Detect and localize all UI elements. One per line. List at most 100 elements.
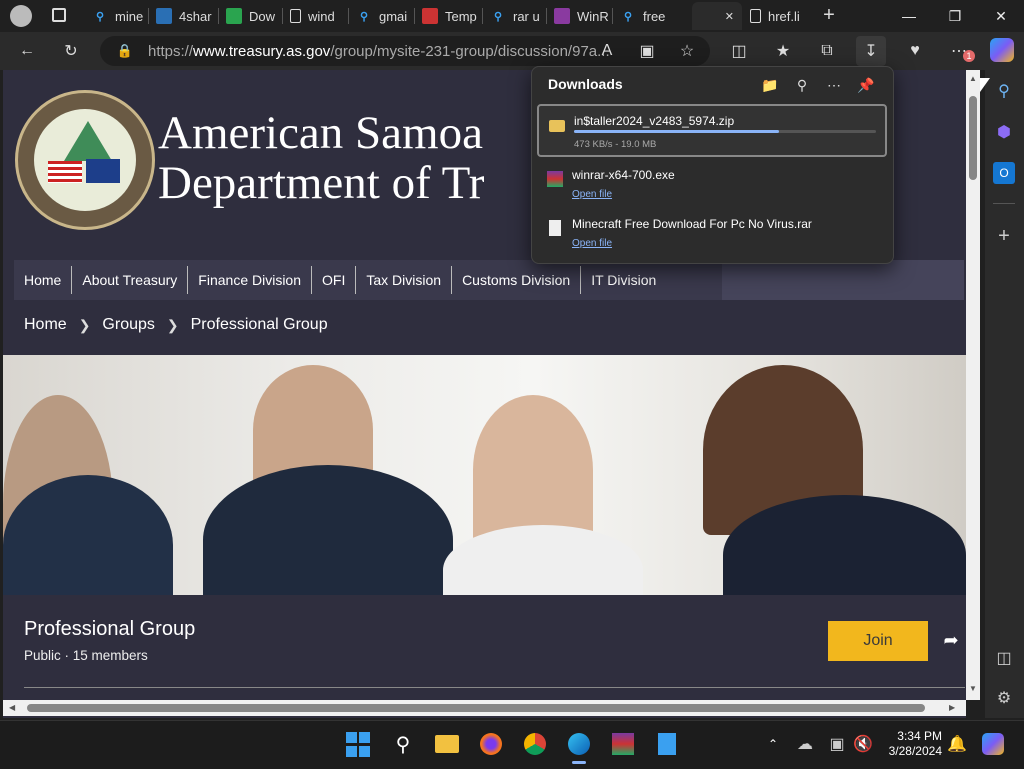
tab-2[interactable]: Dow xyxy=(220,2,280,30)
chevron-right-icon: ❯ xyxy=(78,316,91,333)
divider xyxy=(24,687,965,688)
download-item[interactable]: winrar-x64-700.exe Open file xyxy=(537,160,887,213)
search-icon[interactable]: ⚲ xyxy=(390,731,416,757)
download-progress-fill xyxy=(574,130,780,133)
address-bar[interactable]: 🔒 https://www.treasury.as.gov/group/mysi… xyxy=(100,36,710,66)
tab-3[interactable]: wind xyxy=(284,2,346,30)
tab-9[interactable]: ✕ xyxy=(692,2,742,30)
open-file-link[interactable]: Open file xyxy=(572,238,612,249)
tab-separator xyxy=(348,8,349,24)
close-tab-icon[interactable]: ✕ xyxy=(725,10,734,23)
tab-1[interactable]: 4shar xyxy=(150,2,216,30)
display-icon[interactable]: ▣ xyxy=(824,731,850,757)
notepad-icon[interactable] xyxy=(654,731,680,757)
nav-item-customs-division[interactable]: Customs Division xyxy=(452,266,582,294)
profile-avatar[interactable] xyxy=(10,5,32,27)
performance-icon[interactable]: ♥ xyxy=(904,40,926,62)
system-clock[interactable]: 3:34 PM 3/28/2024 xyxy=(880,729,942,759)
download-progress-bar xyxy=(574,130,876,133)
tab-label: mine xyxy=(115,8,144,24)
hide-sidebar-icon[interactable]: ◫ xyxy=(993,647,1015,669)
person-shape xyxy=(473,395,593,545)
copilot-icon[interactable] xyxy=(990,38,1014,62)
winrar-icon[interactable] xyxy=(610,731,636,757)
download-item[interactable]: Minecraft Free Download For Pc No Virus.… xyxy=(537,209,887,262)
firefox-icon[interactable] xyxy=(478,731,504,757)
copilot-taskbar-icon[interactable] xyxy=(980,731,1006,757)
page-icon xyxy=(750,9,761,23)
breadcrumb-item[interactable]: Groups xyxy=(102,316,154,334)
url-text[interactable]: https://www.treasury.as.gov/group/mysite… xyxy=(148,43,610,60)
minimize-button[interactable]: — xyxy=(886,0,932,32)
site-title-line-1: American Samoa xyxy=(158,107,483,159)
tab-4[interactable]: ⚲ gmai xyxy=(350,2,412,30)
nav-item-finance-division[interactable]: Finance Division xyxy=(188,266,313,294)
nav-item-it-division[interactable]: IT Division xyxy=(581,266,666,294)
horizontal-scrollbar[interactable]: ◀ ▶ xyxy=(3,700,966,716)
downloads-icon[interactable]: ↧ xyxy=(856,36,886,66)
windows-start-icon[interactable] xyxy=(345,731,371,757)
download-filename: in$taller2024_v2483_5974.zip xyxy=(574,114,735,128)
split-screen-icon[interactable]: ◫ xyxy=(728,40,750,62)
new-tab-button[interactable]: + xyxy=(818,4,840,26)
join-button[interactable]: Join xyxy=(828,621,928,661)
tab-actions-icon[interactable] xyxy=(52,8,66,22)
settings-gear-icon[interactable]: ⚙ xyxy=(993,687,1015,709)
chrome-icon[interactable] xyxy=(522,731,548,757)
favorites-icon[interactable]: ★ xyxy=(772,40,794,62)
nav-item-ofi[interactable]: OFI xyxy=(312,266,357,294)
tab-10[interactable]: href.li xyxy=(744,2,814,30)
blank xyxy=(698,8,714,24)
search-icon[interactable]: ⚲ xyxy=(993,80,1015,102)
refresh-icon[interactable]: ↻ xyxy=(60,40,82,62)
scroll-left-arrow-icon[interactable]: ◀ xyxy=(9,703,15,712)
copilot-sidebar-icon[interactable]: ⬢ xyxy=(993,121,1015,143)
open-file-link[interactable]: Open file xyxy=(572,189,612,200)
search-downloads-icon[interactable]: ⚲ xyxy=(792,75,812,95)
scroll-up-arrow-icon[interactable]: ▲ xyxy=(969,74,977,83)
download-status: 473 KB/s - 19.0 MB xyxy=(574,139,657,150)
restore-button[interactable]: ❐ xyxy=(932,0,978,32)
tab-8[interactable]: ⚲ free xyxy=(614,2,688,30)
scroll-right-arrow-icon[interactable]: ▶ xyxy=(949,703,955,712)
share-icon[interactable]: ➦ xyxy=(940,629,962,651)
tab-0[interactable]: ⚲ mine xyxy=(86,2,146,30)
vertical-scrollbar[interactable]: ▲ ▼ xyxy=(966,70,980,700)
tab-5[interactable]: Temp xyxy=(416,2,480,30)
nav-item-tax-division[interactable]: Tax Division xyxy=(356,266,453,294)
vertical-scroll-thumb[interactable] xyxy=(969,96,977,180)
volume-muted-icon[interactable]: 🔇 xyxy=(850,731,876,757)
favorite-star-icon[interactable]: ☆ xyxy=(676,40,698,62)
nav-item-home[interactable]: Home xyxy=(14,266,73,294)
collections-icon[interactable]: ⧉ xyxy=(816,40,838,62)
back-icon[interactable]: ← xyxy=(16,40,38,62)
more-options-icon[interactable]: ⋯ xyxy=(824,75,844,95)
horizontal-scroll-thumb[interactable] xyxy=(27,704,925,712)
pin-icon[interactable]: 📌 xyxy=(856,75,876,95)
notifications-bell-icon[interactable]: 🔔 xyxy=(944,731,970,757)
nav-item-about-treasury[interactable]: About Treasury xyxy=(72,266,189,294)
open-folder-icon[interactable]: 📁 xyxy=(760,75,780,95)
site-title-line-2: Department of Tr xyxy=(158,157,485,209)
us-flag-shape xyxy=(48,161,82,183)
show-hidden-icons-chevron-icon[interactable]: ⌃ xyxy=(760,731,786,757)
lock-icon[interactable]: 🔒 xyxy=(114,40,136,62)
tab-6[interactable]: ⚲ rar u xyxy=(484,2,544,30)
edge-sidebar: ⚲ ⬢ O + ◫ ⚙ xyxy=(985,70,1024,718)
mouse-cursor-icon xyxy=(980,78,990,92)
file-explorer-icon[interactable] xyxy=(434,731,460,757)
notification-badge: 1 xyxy=(963,50,975,62)
immersive-reader-icon[interactable]: ▣ xyxy=(636,40,658,62)
tab-7[interactable]: WinR xyxy=(548,2,610,30)
zip-folder-icon xyxy=(549,120,565,132)
scroll-down-arrow-icon[interactable]: ▼ xyxy=(969,684,977,693)
tab-separator xyxy=(546,8,547,24)
add-icon[interactable]: + xyxy=(993,225,1015,247)
download-item[interactable]: in$taller2024_v2483_5974.zip 473 KB/s - … xyxy=(537,104,887,157)
edge-icon[interactable] xyxy=(566,731,592,757)
close-window-button[interactable]: ✕ xyxy=(978,0,1024,32)
onedrive-icon[interactable]: ☁ xyxy=(792,731,818,757)
breadcrumb-item[interactable]: Home xyxy=(24,316,67,334)
read-aloud-icon[interactable]: A xyxy=(596,40,618,62)
outlook-icon[interactable]: O xyxy=(993,162,1015,184)
